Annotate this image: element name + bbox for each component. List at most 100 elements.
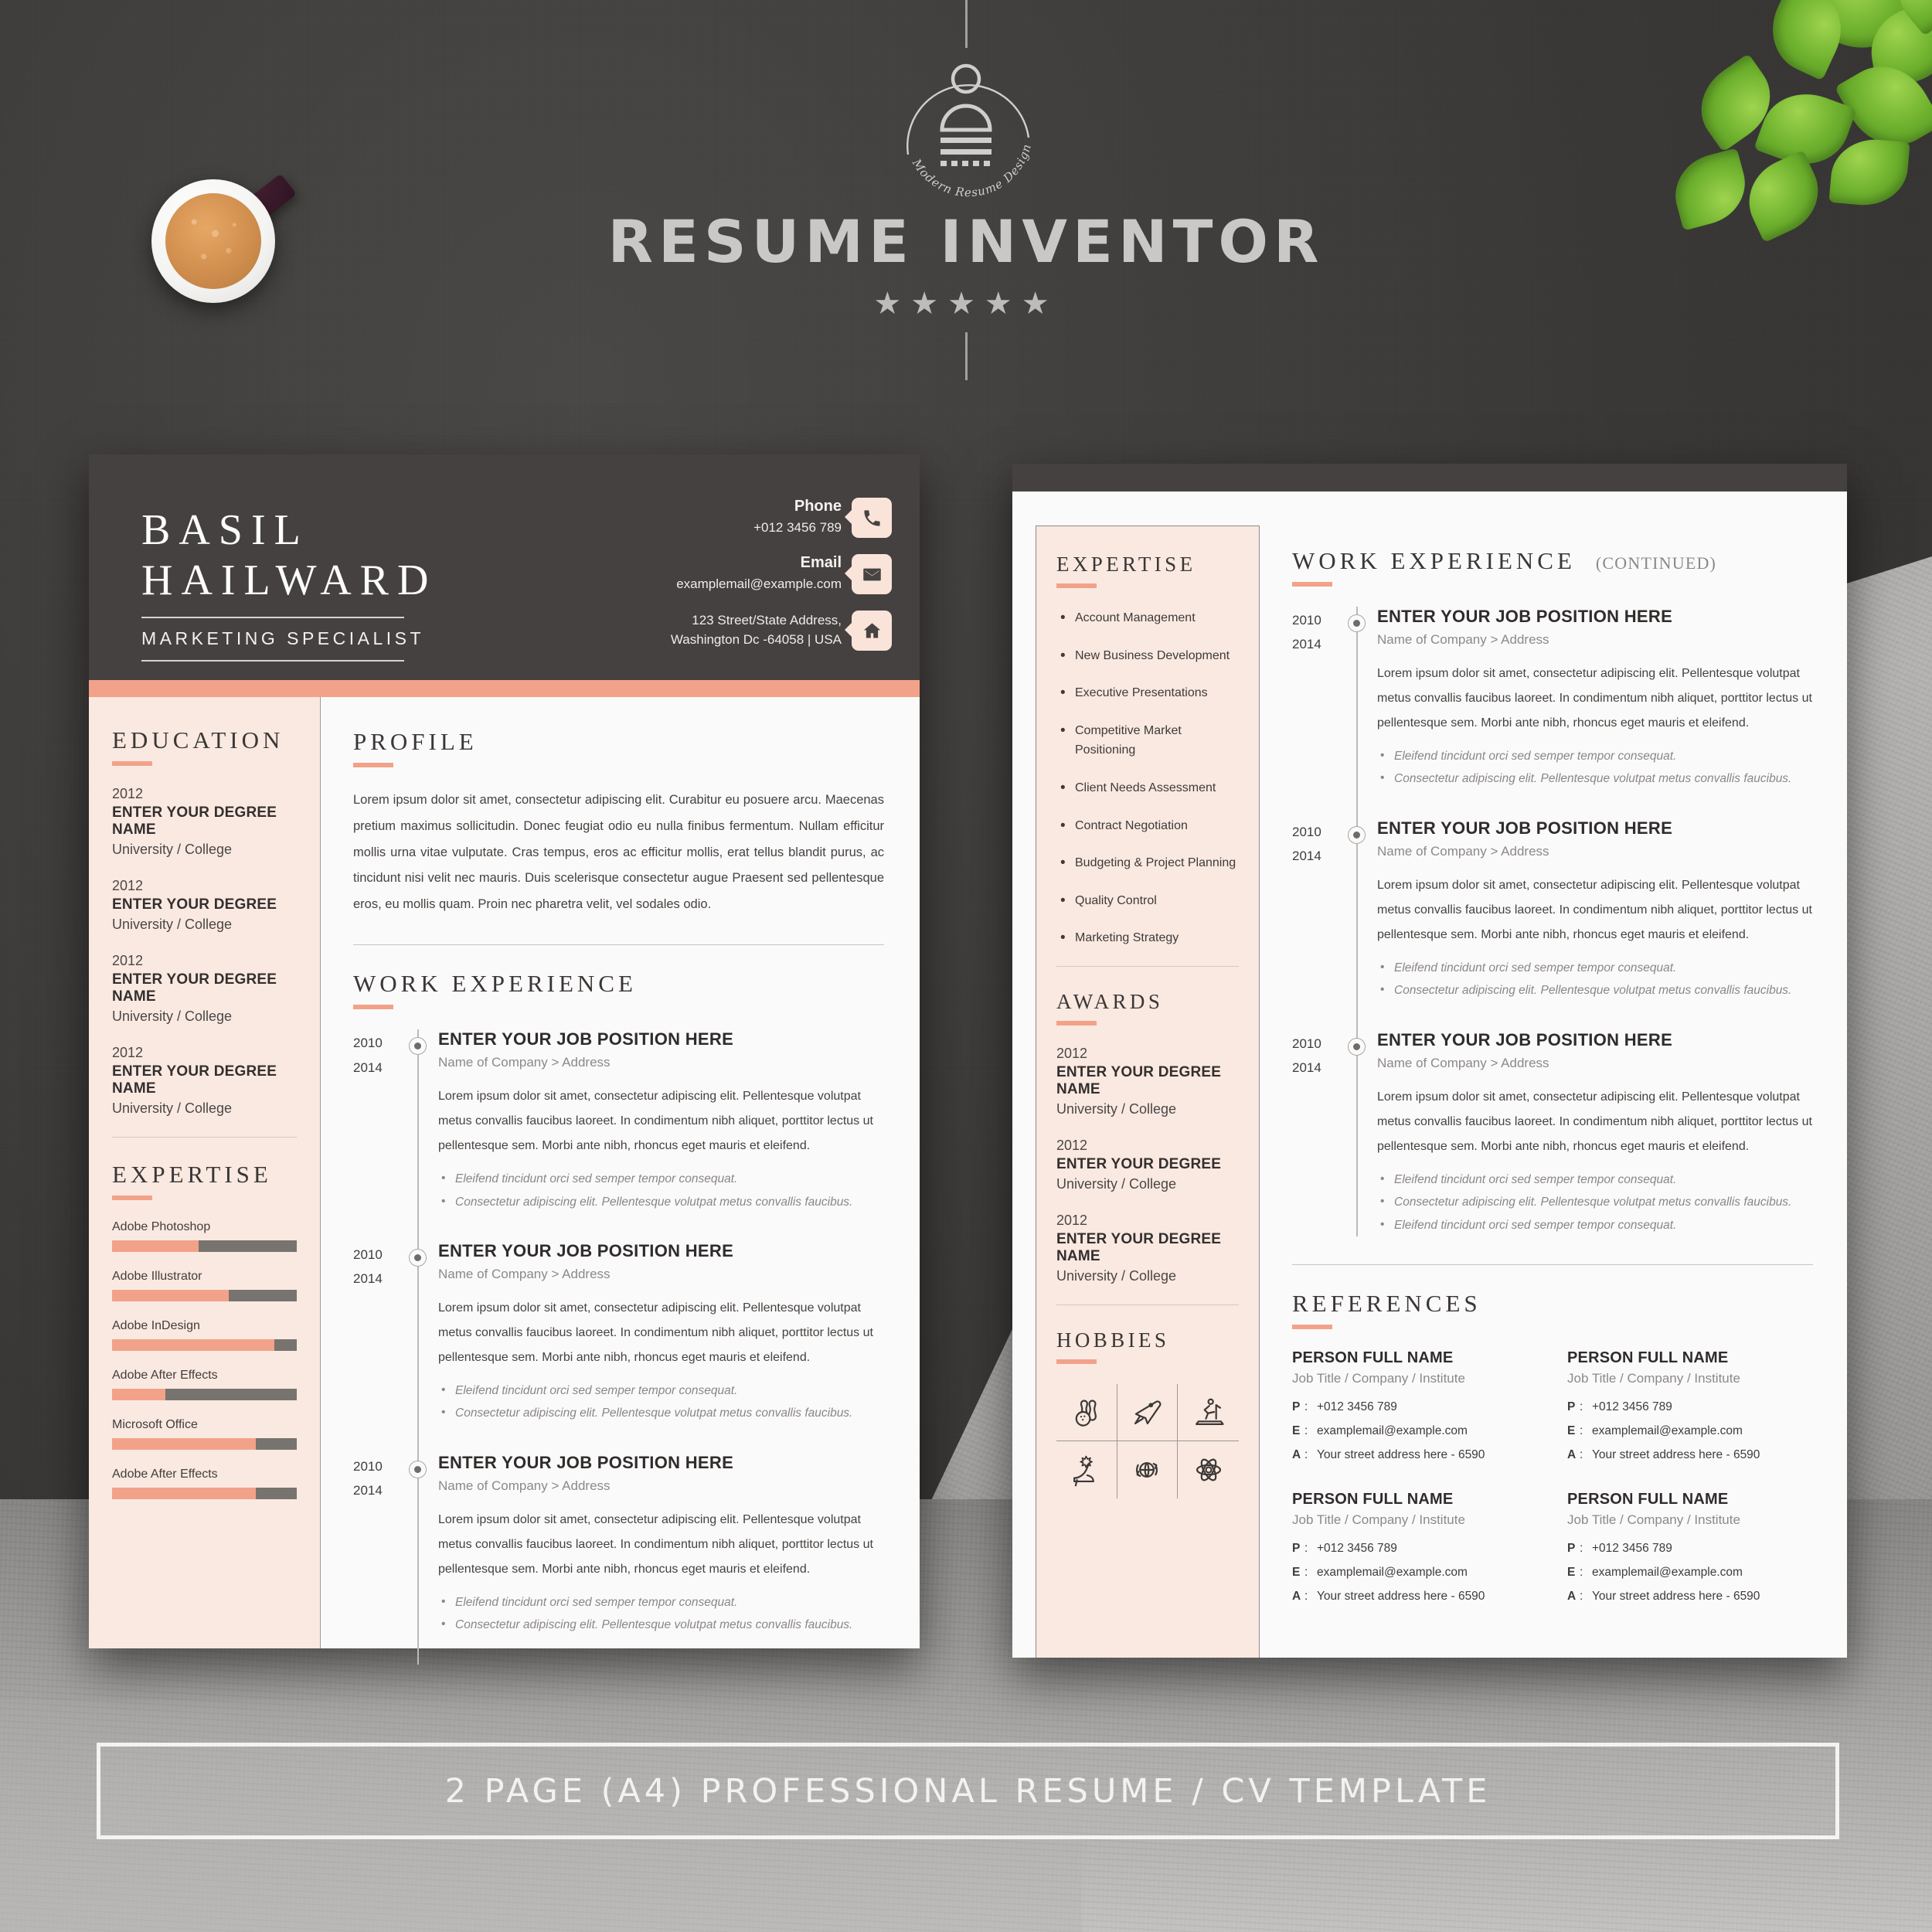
job-bullet-list: Eleifend tincidunt orci sed semper tempo… [438, 1590, 884, 1637]
job-year-start: 2010 [353, 1247, 383, 1262]
timeline-line [1356, 607, 1358, 818]
education-degree: ENTER YOUR DEGREE NAME [112, 1063, 277, 1097]
reference-name: PERSON FULL NAME [1292, 1491, 1454, 1509]
timeline-line [1356, 818, 1358, 1030]
reference-phone-value: +012 3456 789 [1592, 1542, 1672, 1556]
envelope-icon [845, 554, 892, 594]
reference-email-key: E [1292, 1424, 1301, 1438]
contact-value-phone: +012 3456 789 [753, 520, 842, 536]
contact-row-phone[interactable]: Phone +012 3456 789 [505, 498, 892, 538]
education-degree: ENTER YOUR DEGREE NAME [112, 971, 277, 1005]
job-year-end: 2014 [353, 1483, 383, 1498]
reference-role: Job Title / Company / Institute [1567, 1371, 1740, 1386]
sidebar-divider-hobbies [1056, 1304, 1239, 1305]
page2-top-bar [1012, 464, 1847, 492]
reference-phone-value: +012 3456 789 [1317, 1542, 1397, 1556]
atom-icon [1178, 1441, 1239, 1498]
contact-row-email[interactable]: Email examplemail@example.com [505, 554, 892, 594]
resume-page-2: EXPERTISE Account Management New Busines… [1012, 464, 1847, 1658]
timeline-line [417, 1029, 419, 1241]
timeline-dot-icon [409, 1460, 427, 1478]
job-bullet-list: Eleifend tincidunt orci sed semper tempo… [1377, 744, 1813, 791]
work-experience-heading-page1: WORK EXPERIENCE [353, 970, 637, 998]
job-bullet: Eleifend tincidunt orci sed semper tempo… [1377, 1213, 1813, 1236]
high-heel-shoe-icon [1056, 1440, 1117, 1498]
job-company: Name of Company > Address [1377, 1055, 1549, 1070]
contact-value-email: examplemail@example.com [676, 577, 842, 592]
reference-name: PERSON FULL NAME [1567, 1349, 1729, 1367]
job-company: Name of Company > Address [438, 1266, 611, 1281]
skill-item: Adobe After Effects [112, 1369, 297, 1400]
brand-divider-top [965, 0, 968, 48]
education-year: 2012 [112, 786, 144, 801]
reference-phone-value: +012 3456 789 [1317, 1400, 1397, 1414]
job-company: Name of Company > Address [1377, 843, 1549, 859]
expertise-list: Account Management New Business Developm… [1056, 607, 1239, 950]
airplane-icon [1117, 1383, 1179, 1441]
contact-block: Phone +012 3456 789 Email examplemail@ex… [505, 498, 892, 667]
job-bullet: Eleifend tincidunt orci sed semper tempo… [438, 1379, 884, 1402]
brand-title: RESUME INVENTOR [607, 207, 1325, 276]
education-heading: EDUCATION [112, 726, 284, 753]
education-entry: 2012 ENTER YOUR DEGREE NAME University /… [112, 786, 297, 858]
reference-card: PERSON FULL NAME Job Title / Company / I… [1567, 1491, 1813, 1614]
expertise-heading-underline-page2 [1056, 583, 1097, 588]
footer-banner: 2 PAGE (A4) PROFESSIONAL RESUME / CV TEM… [97, 1743, 1839, 1839]
work-experience-item: 2010 2014 ENTER YOUR JOB POSITION HERE N… [353, 1029, 884, 1241]
job-year-end: 2014 [353, 1060, 383, 1075]
page2-sidebar: EXPERTISE Account Management New Busines… [1036, 526, 1260, 1658]
contact-value-address-line2: Washington Dc -64058 | USA [670, 632, 842, 647]
globe-recycle-icon [1117, 1440, 1179, 1498]
reference-address-value: Your street address here - 6590 [1317, 1448, 1485, 1462]
job-bullet: Consectetur adipiscing elit. Pellentesqu… [438, 1189, 884, 1213]
job-year-end: 2014 [1292, 637, 1321, 652]
timeline-line [417, 1240, 419, 1453]
work-experience-heading-page2: WORK EXPERIENCE [1292, 547, 1576, 574]
award-title: ENTER YOUR DEGREE [1056, 1155, 1222, 1172]
job-title: ENTER YOUR JOB POSITION HERE [438, 1240, 734, 1260]
reference-email-key: E [1567, 1566, 1576, 1580]
award-institution: University / College [1056, 1175, 1177, 1192]
reference-card: PERSON FULL NAME Job Title / Company / I… [1292, 1349, 1538, 1472]
brand-divider-bottom [965, 332, 968, 380]
references-heading-underline [1292, 1325, 1332, 1330]
expertise-list-item: New Business Development [1056, 645, 1239, 668]
skill-item: Adobe InDesign [112, 1319, 297, 1351]
reference-role: Job Title / Company / Institute [1567, 1512, 1740, 1528]
reference-email-line: E: examplemail@example.com [1567, 1424, 1743, 1438]
brand-star-rating: ★★★★★ [873, 287, 1059, 321]
job-description: Lorem ipsum dolor sit amet, consectetur … [438, 1301, 873, 1364]
timeline-dot-icon [1348, 825, 1366, 844]
resume-page-1: BASIL HAILWARD MARKETING SPECIALIST Phon… [89, 454, 920, 1665]
expertise-heading-underline-page1 [112, 1196, 152, 1200]
job-description: Lorem ipsum dolor sit amet, consectetur … [1377, 878, 1812, 941]
contact-row-address[interactable]: 123 Street/State Address, Washington Dc … [505, 611, 892, 651]
skill-bar-fill [112, 1290, 229, 1301]
references-heading: REFERENCES [1292, 1290, 1481, 1318]
reference-address-value: Your street address here - 6590 [1317, 1590, 1485, 1604]
reference-role: Job Title / Company / Institute [1292, 1371, 1465, 1386]
job-company: Name of Company > Address [1377, 632, 1549, 647]
skill-bar-fill [112, 1438, 257, 1450]
job-bullet: Eleifend tincidunt orci sed semper tempo… [1377, 1168, 1813, 1191]
skill-label: Adobe After Effects [112, 1468, 218, 1481]
education-institution: University / College [112, 1100, 233, 1116]
phone-icon [845, 498, 892, 538]
sidebar-divider-awards [1056, 965, 1239, 967]
work-experience-heading-underline-page2 [1292, 582, 1332, 587]
education-heading-underline [112, 761, 152, 766]
work-experience-item: 2010 2014 ENTER YOUR JOB POSITION HERE N… [1292, 818, 1813, 1030]
accent-bar-page1 [89, 680, 920, 697]
name-divider-bottom [141, 659, 404, 662]
profile-work-divider [353, 944, 884, 946]
job-year-start: 2010 [353, 1458, 383, 1474]
education-entry: 2012 ENTER YOUR DEGREE University / Coll… [112, 878, 297, 933]
reference-address-line: A: Your street address here - 6590 [1567, 1448, 1760, 1462]
job-description: Lorem ipsum dolor sit amet, consectetur … [1377, 1090, 1812, 1153]
education-year: 2012 [112, 1045, 144, 1060]
reference-phone-line: P: +012 3456 789 [1567, 1400, 1672, 1414]
skill-bar-fill [112, 1339, 275, 1351]
contact-value-address-line1: 123 Street/State Address, [692, 613, 842, 628]
job-title: ENTER YOUR JOB POSITION HERE [438, 1452, 734, 1472]
reference-email-key: E [1292, 1566, 1301, 1580]
